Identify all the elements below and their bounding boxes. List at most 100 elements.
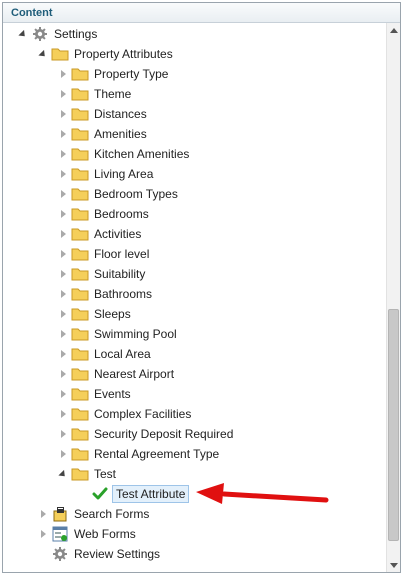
tree-node-web-forms[interactable]: Web Forms — [37, 524, 138, 544]
tree-label-attribute: Bathrooms — [94, 287, 153, 301]
vertical-scrollbar[interactable] — [386, 23, 400, 572]
tree-label-attribute: Sleeps — [94, 307, 131, 321]
tree-label-attribute: Suitability — [94, 267, 146, 281]
tree-node-attribute[interactable]: Amenities — [57, 124, 149, 144]
tree-label-search-forms: Search Forms — [74, 507, 150, 521]
expand-toggle-icon[interactable] — [57, 64, 69, 84]
expand-toggle-icon[interactable] — [57, 404, 69, 424]
expand-toggle-icon[interactable] — [57, 104, 69, 124]
tree-label-review-settings: Review Settings — [74, 547, 161, 561]
tree-label-attribute: Rental Agreement Type — [94, 447, 220, 461]
tree-node-attribute[interactable]: Bathrooms — [57, 284, 154, 304]
folder-icon — [71, 426, 89, 442]
tree-label-attribute: Distances — [94, 107, 147, 121]
tree-node-attribute[interactable]: Distances — [57, 104, 149, 124]
tree-node-attribute[interactable]: Rental Agreement Type — [57, 444, 221, 464]
folder-icon — [71, 206, 89, 222]
tree-node-settings[interactable]: Settings — [17, 24, 99, 44]
tree-label-settings: Settings — [54, 27, 98, 41]
tree-node-attribute[interactable]: Bedroom Types — [57, 184, 180, 204]
folder-icon — [71, 326, 89, 342]
expand-toggle-icon[interactable] — [57, 84, 69, 104]
tree-label-attribute: Activities — [94, 227, 142, 241]
folder-icon — [71, 226, 89, 242]
tree-node-property-attributes[interactable]: Property Attributes — [37, 44, 175, 64]
expand-toggle-icon[interactable] — [57, 224, 69, 244]
tree-node-test[interactable]: Test — [57, 464, 118, 484]
tree-label-attribute: Events — [94, 387, 131, 401]
folder-icon — [71, 406, 89, 422]
expand-toggle-icon[interactable] — [57, 124, 69, 144]
annotation-arrow-icon — [196, 483, 329, 504]
expand-toggle-icon[interactable] — [57, 284, 69, 304]
tree-node-attribute[interactable]: Swimming Pool — [57, 324, 179, 344]
folder-icon — [71, 186, 89, 202]
expand-toggle-icon[interactable] — [57, 444, 69, 464]
folder-icon — [71, 446, 89, 462]
tree-label-attribute: Bedroom Types — [94, 187, 178, 201]
expand-toggle-icon[interactable] — [37, 524, 49, 544]
tree-label-attribute: Complex Facilities — [94, 407, 192, 421]
folder-icon — [71, 386, 89, 402]
tree-label-property-attributes: Property Attributes — [74, 47, 173, 61]
expand-toggle-icon[interactable] — [57, 304, 69, 324]
tree-node-attribute[interactable]: Events — [57, 384, 133, 404]
expand-toggle-icon[interactable] — [57, 144, 69, 164]
tree-label-attribute: Nearest Airport — [94, 367, 175, 381]
tree-node-attribute[interactable]: Sleeps — [57, 304, 133, 324]
expand-toggle-icon[interactable] — [57, 184, 69, 204]
tree-node-attribute[interactable]: Floor level — [57, 244, 151, 264]
folder-icon — [71, 146, 89, 162]
tree-node-attribute[interactable]: Nearest Airport — [57, 364, 176, 384]
folder-icon — [71, 166, 89, 182]
tree-label-attribute: Kitchen Amenities — [94, 147, 190, 161]
expand-toggle-icon[interactable] — [57, 164, 69, 184]
folder-icon — [71, 86, 89, 102]
tree-node-attribute[interactable]: Activities — [57, 224, 143, 244]
expand-toggle-icon[interactable] — [57, 204, 69, 224]
tree-node-attribute[interactable]: Theme — [57, 84, 133, 104]
folder-icon — [71, 66, 89, 82]
tree-label-attribute: Property Type — [94, 67, 169, 81]
tree-node-attribute[interactable]: Bedrooms — [57, 204, 151, 224]
expand-toggle-icon[interactable] — [37, 504, 49, 524]
tree-node-attribute[interactable]: Complex Facilities — [57, 404, 193, 424]
scroll-up-icon[interactable] — [387, 23, 400, 37]
gear-icon — [31, 26, 49, 42]
tree-node-attribute[interactable]: Kitchen Amenities — [57, 144, 191, 164]
folder-icon — [71, 126, 89, 142]
expand-toggle-icon[interactable] — [57, 364, 69, 384]
expand-toggle-icon[interactable] — [57, 424, 69, 444]
scroll-thumb[interactable] — [388, 309, 399, 541]
tree-node-search-forms[interactable]: Search Forms — [37, 504, 151, 524]
tree-node-test-attribute[interactable]: Test Attribute — [89, 484, 190, 504]
panel-header: Content — [3, 3, 400, 23]
tree-label-attribute: Swimming Pool — [94, 327, 177, 341]
tree-label-attribute: Theme — [94, 87, 132, 101]
expand-toggle-icon[interactable] — [57, 264, 69, 284]
tree-node-attribute[interactable]: Property Type — [57, 64, 170, 84]
tree-label-test-attribute: Test Attribute — [112, 485, 190, 503]
collapse-toggle-icon[interactable] — [57, 464, 69, 484]
expand-toggle-icon[interactable] — [57, 344, 69, 364]
tree-node-attribute[interactable]: Security Deposit Required — [57, 424, 235, 444]
tree-label-attribute: Security Deposit Required — [94, 427, 234, 441]
tree-node-attribute[interactable]: Living Area — [57, 164, 155, 184]
folder-icon — [71, 106, 89, 122]
tree-label-attribute: Bedrooms — [94, 207, 149, 221]
tree-label-attribute: Local Area — [94, 347, 151, 361]
collapse-toggle-icon[interactable] — [37, 44, 49, 64]
collapse-toggle-icon[interactable] — [17, 24, 29, 44]
tree-node-attribute[interactable]: Local Area — [57, 344, 153, 364]
tree-label-attribute: Floor level — [94, 247, 150, 261]
folder-icon — [71, 286, 89, 302]
expand-toggle-icon[interactable] — [57, 324, 69, 344]
expand-toggle-icon[interactable] — [57, 384, 69, 404]
scroll-down-icon[interactable] — [387, 558, 400, 572]
tree-label-web-forms: Web Forms — [74, 527, 136, 541]
tree-node-review-settings[interactable]: Review Settings — [49, 544, 162, 564]
search-forms-icon — [51, 506, 69, 522]
expand-toggle-icon[interactable] — [57, 244, 69, 264]
tree-node-attribute[interactable]: Suitability — [57, 264, 147, 284]
folder-icon — [71, 466, 89, 482]
